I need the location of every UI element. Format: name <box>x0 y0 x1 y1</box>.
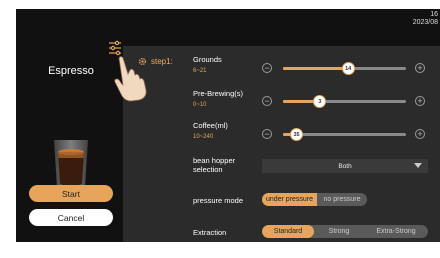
extraction-label: Extraction <box>193 228 227 237</box>
grounds-slider-knob[interactable]: 14 <box>341 62 355 75</box>
coffee-decrease-button[interactable]: − <box>262 129 272 139</box>
grounds-label: Grounds <box>193 55 222 64</box>
coffee-label: Coffee(ml) <box>193 121 228 130</box>
extraction-option-extra-strong[interactable]: Extra-Strong <box>364 225 428 238</box>
prebrewing-range: 0~10 <box>193 102 207 108</box>
prebrewing-slider-knob[interactable]: 3 <box>313 95 327 108</box>
hopper-select[interactable]: Both <box>262 159 428 173</box>
prebrewing-decrease-button[interactable]: − <box>262 96 272 106</box>
extraction-toggle[interactable]: Standard Strong Extra-Strong <box>262 225 428 238</box>
grounds-slider[interactable]: 14 <box>283 62 406 75</box>
chevron-down-icon <box>414 163 422 168</box>
pressure-on-option[interactable]: under pressure <box>262 193 317 206</box>
pressure-off-option[interactable]: no pressure <box>317 193 367 206</box>
prebrewing-slider[interactable]: 3 <box>283 95 406 108</box>
cancel-button[interactable]: Cancel <box>29 209 113 226</box>
status-time: 16 <box>430 11 438 18</box>
extraction-option-standard[interactable]: Standard <box>262 225 314 238</box>
brew-settings-panel: step1: Grounds 6~21 − 14 + Pre-Brewing(s… <box>123 46 440 242</box>
hopper-label-line2: selection <box>193 165 223 174</box>
start-button[interactable]: Start <box>29 185 113 202</box>
espresso-cup-image <box>54 140 88 190</box>
grounds-increase-button[interactable]: + <box>415 63 425 73</box>
prebrewing-increase-button[interactable]: + <box>415 96 425 106</box>
coffee-slider-knob[interactable]: 35 <box>290 128 304 141</box>
grounds-range: 6~21 <box>193 68 207 74</box>
plus-circle-icon: + <box>417 63 423 73</box>
grounds-slider-fill <box>283 67 349 70</box>
minus-circle-icon: − <box>264 129 270 139</box>
status-date: 2023/08 <box>412 19 438 26</box>
hand-pointer-icon <box>114 56 147 102</box>
plus-circle-icon: + <box>417 96 423 106</box>
coffee-range: 10~240 <box>193 134 214 140</box>
minus-circle-icon: − <box>264 63 270 73</box>
hopper-label-line1: bean hopper <box>193 156 236 165</box>
hopper-selected-value: Both <box>338 162 352 170</box>
machine-screen: 16 2023/08 Espresso Start Cancel step1: … <box>16 9 440 242</box>
prebrewing-label: Pre-Brewing(s) <box>193 89 244 98</box>
coffee-increase-button[interactable]: + <box>415 129 425 139</box>
extraction-option-strong[interactable]: Strong <box>314 225 364 238</box>
hopper-label: bean hopper selection <box>193 156 235 174</box>
plus-circle-icon: + <box>417 129 423 139</box>
pressure-toggle[interactable]: under pressure no pressure <box>262 193 367 206</box>
pressure-label: pressure mode <box>193 196 244 205</box>
step-label: step1: <box>151 57 173 66</box>
product-name: Espresso <box>48 65 94 77</box>
grounds-decrease-button[interactable]: − <box>262 63 272 73</box>
status-clock: 16 2023/08 <box>413 11 438 27</box>
minus-circle-icon: − <box>264 96 270 106</box>
coffee-slider[interactable]: 35 <box>283 128 406 141</box>
